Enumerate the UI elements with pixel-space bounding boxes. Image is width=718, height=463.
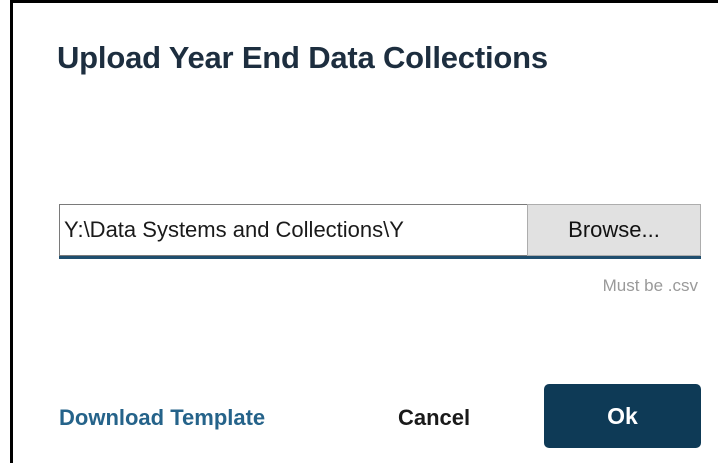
- file-type-hint: Must be .csv: [602, 276, 698, 295]
- ok-button[interactable]: Ok: [544, 384, 701, 448]
- dialog-title: Upload Year End Data Collections: [57, 40, 548, 75]
- browse-button[interactable]: Browse...: [527, 204, 701, 256]
- file-path-input[interactable]: [59, 204, 527, 256]
- cancel-button[interactable]: Cancel: [384, 399, 484, 437]
- file-picker: Browse...: [59, 204, 701, 259]
- upload-dialog: Upload Year End Data Collections Browse.…: [10, 0, 718, 463]
- download-template-link[interactable]: Download Template: [59, 405, 265, 431]
